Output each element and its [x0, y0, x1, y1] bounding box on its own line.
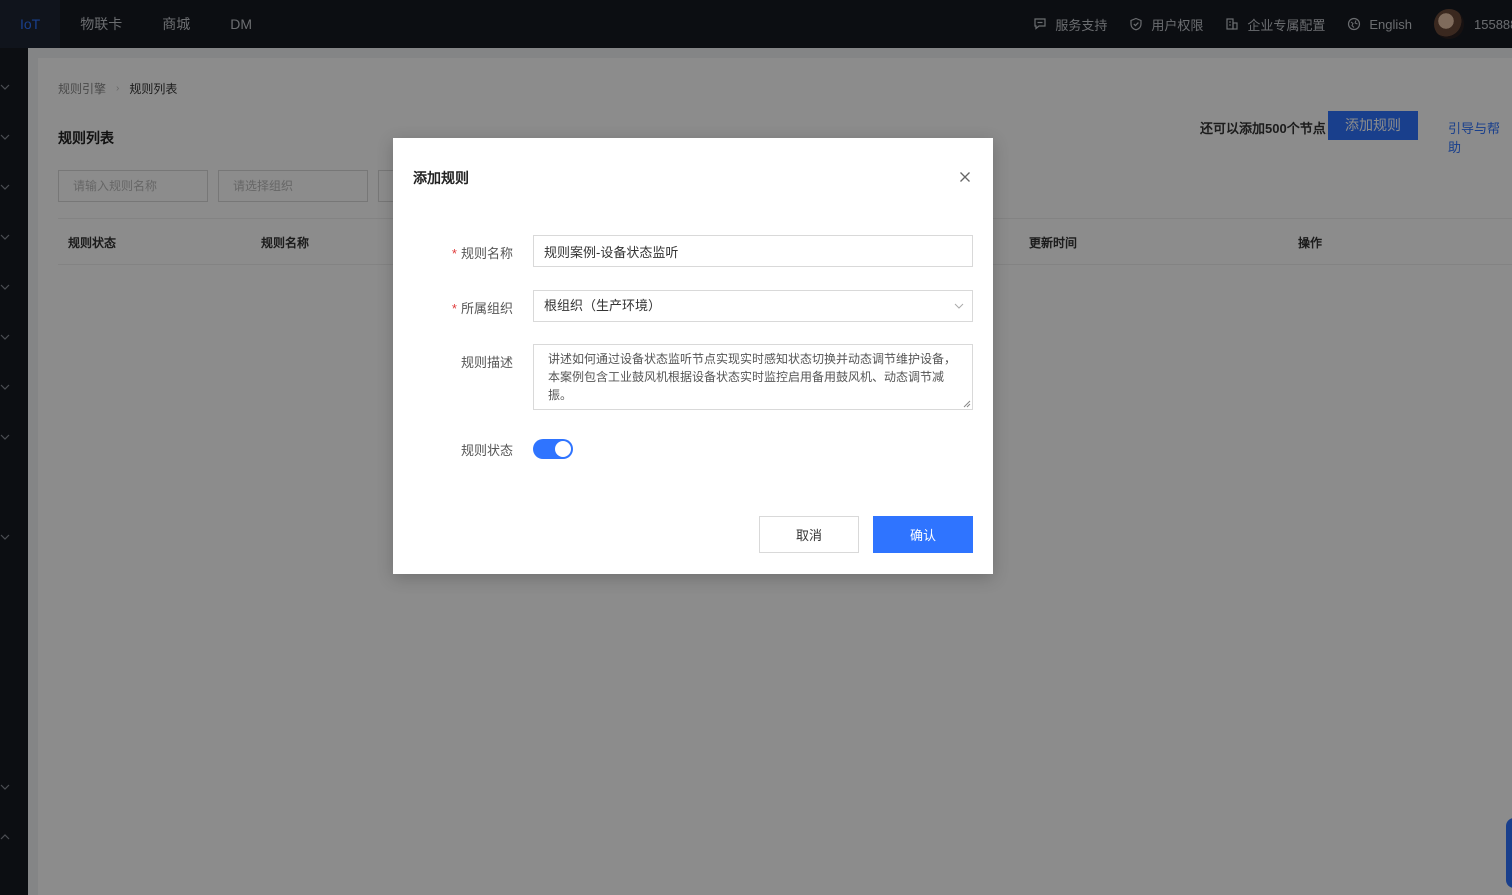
close-icon[interactable] — [956, 168, 974, 186]
required-mark: * — [451, 246, 457, 261]
rule-name-input[interactable] — [533, 235, 973, 267]
org-select[interactable]: 根组织（生产环境） — [533, 290, 973, 322]
dialog-title: 添加规则 — [413, 170, 469, 186]
status-toggle[interactable] — [533, 439, 573, 459]
org-select-value: 根组织（生产环境） — [544, 298, 662, 313]
toggle-knob — [555, 441, 571, 457]
resize-handle-icon[interactable] — [963, 400, 971, 408]
org-label: * 所属组织 — [452, 298, 513, 317]
required-mark: * — [451, 301, 457, 316]
status-label: 规则状态 — [460, 443, 513, 458]
description-textarea[interactable]: 讲述如何通过设备状态监听节点实现实时感知状态切换并动态调节维护设备，本案例包含工… — [533, 344, 973, 410]
confirm-button[interactable]: 确认 — [873, 516, 973, 553]
cancel-button[interactable]: 取消 — [759, 516, 859, 553]
add-rule-dialog: 添加规则 *规则名称 *所属组织 根组织（生产环境） 规则描述 讲述如何通过设备… — [393, 138, 993, 574]
rule-name-label: * 规则名称 — [452, 243, 513, 262]
chevron-down-icon — [954, 303, 964, 309]
org-label-text: 所属组织 — [460, 301, 513, 316]
rule-name-label-text: 规则名称 — [460, 246, 513, 261]
description-label: 规则描述 — [460, 355, 513, 370]
